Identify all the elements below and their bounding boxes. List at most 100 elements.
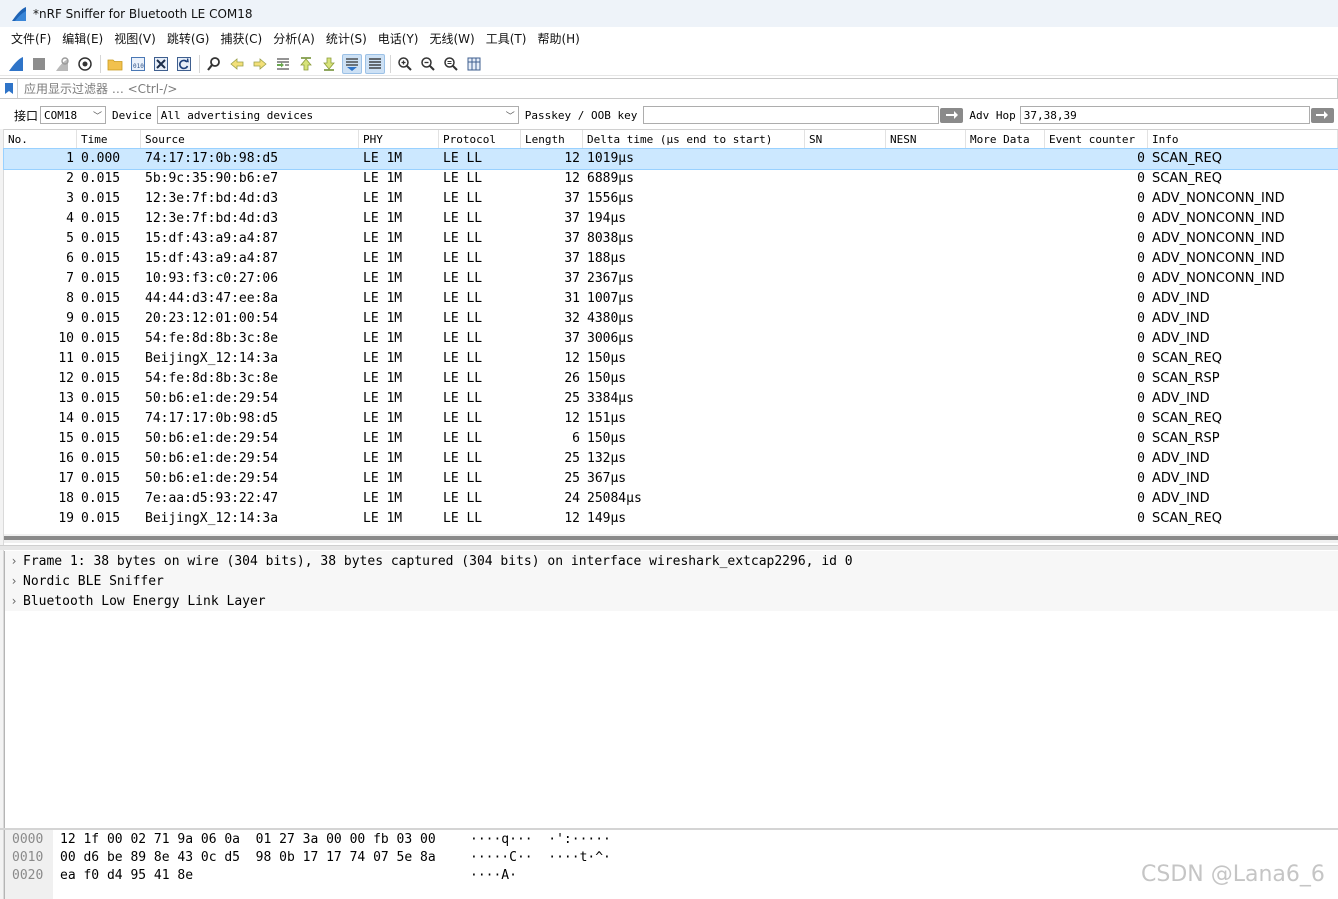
go-forward-button[interactable] [250,54,270,74]
byte-offset[interactable]: 0010 [12,849,43,867]
detail-tree-item[interactable]: › Bluetooth Low Energy Link Layer [5,591,1338,611]
table-row[interactable]: 13 0.015 50:b6:e1:de:29:54 LE 1M LE LL 25 3384… [4,389,1338,409]
packet-list-horizontal-scrollbar[interactable] [4,534,1338,543]
column-header[interactable]: Protocol [439,130,521,148]
table-row[interactable]: 11 0.015 BeijingX_12:14:3a LE 1M LE LL 12 150µ… [4,349,1338,369]
column-header[interactable]: Time [77,130,141,148]
find-packet-button[interactable] [204,54,224,74]
zoom-in-button[interactable] [395,54,415,74]
cell-phy: LE 1M [363,231,403,246]
scrollbar-thumb[interactable] [4,536,1338,540]
column-header[interactable]: NESN [886,130,966,148]
column-header[interactable]: Delta time (µs end to start) [583,130,805,148]
hex-bytes[interactable]: 12 1f 00 02 71 9a 06 0a 01 27 3a 00 00 f… [60,831,436,849]
menu-item[interactable]: 捕获(C) [215,28,267,50]
table-row[interactable]: 4 0.015 12:3e:7f:bd:4d:d3 LE 1M LE LL 37 194µs… [4,209,1338,229]
ascii-bytes[interactable]: ····A· [470,867,517,885]
table-row[interactable]: 12 0.015 54:fe:8d:8b:3c:8e LE 1M LE LL 26 150µ… [4,369,1338,389]
interface-select[interactable]: COM18 ﹀ [40,106,107,124]
hex-bytes[interactable]: ea f0 d4 95 41 8e [60,867,193,885]
cell-source: 12:3e:7f:bd:4d:d3 [145,211,279,226]
cell-delta: 1556µs [587,191,634,206]
table-row[interactable]: 6 0.015 15:df:43:a9:a4:87 LE 1M LE LL 37 188µs… [4,249,1338,269]
column-header[interactable]: SN [805,130,886,148]
packet-list-header: No. Time Source PHY Protocol Length Delta time… [4,130,1338,149]
menu-item[interactable]: 无线(W) [425,28,480,50]
detail-tree-item[interactable]: › Nordic BLE Sniffer [5,571,1338,591]
table-row[interactable]: 10 0.015 54:fe:8d:8b:3c:8e LE 1M LE LL 37 3006… [4,329,1338,349]
autoscroll-button[interactable] [342,53,362,74]
menu-item[interactable]: 工具(T) [481,28,532,50]
ascii-bytes[interactable]: ·····C·· ····t·^· [470,849,611,867]
table-row[interactable]: 17 0.015 50:b6:e1:de:29:54 LE 1M LE LL 25 367µ… [4,469,1338,489]
table-row[interactable]: 16 0.015 50:b6:e1:de:29:54 LE 1M LE LL 25 132µ… [4,449,1338,469]
byte-offset[interactable]: 0000 [12,831,43,849]
ascii-bytes[interactable]: ····q··· ·':····· [470,831,611,849]
packet-list[interactable]: No. Time Source PHY Protocol Length Delta time… [3,129,1338,534]
resize-columns-button[interactable] [464,54,484,74]
colorize-button[interactable] [365,53,385,74]
cell-phy: LE 1M [363,251,403,266]
cell-protocol: LE LL [443,511,483,526]
column-header[interactable]: No. [4,130,77,148]
column-header[interactable]: PHY [359,130,439,148]
menu-item[interactable]: 帮助(H) [532,28,584,50]
open-file-button[interactable] [105,54,125,74]
chevron-right-icon[interactable]: › [5,574,23,588]
menu-item[interactable]: 编辑(E) [57,28,108,50]
table-row[interactable]: 15 0.015 50:b6:e1:de:29:54 LE 1M LE LL 6 150µs… [4,429,1338,449]
column-header[interactable]: Event counter [1045,130,1148,148]
passkey-input[interactable] [643,106,940,124]
passkey-apply-button[interactable] [940,107,964,123]
adv-hop-apply-button[interactable] [1310,107,1334,123]
table-row[interactable]: 18 0.015 7e:aa:d5:93:22:47 LE 1M LE LL 24 2508… [4,489,1338,509]
save-file-button[interactable]: 010 [128,54,148,74]
pane-splitter[interactable] [0,545,1338,550]
close-file-button[interactable] [151,54,171,74]
adv-hop-input[interactable]: 37,38,39 [1019,106,1310,124]
cell-source: 15:df:43:a9:a4:87 [145,231,279,246]
table-row[interactable]: 19 0.015 BeijingX_12:14:3a LE 1M LE LL 12 149µ… [4,509,1338,529]
go-back-button[interactable] [227,54,247,74]
device-label: Device [112,108,152,122]
go-first-packet-button[interactable] [296,54,316,74]
go-to-packet-button[interactable] [273,54,293,74]
display-filter-input[interactable]: 应用显示过滤器 … <Ctrl-/> [24,80,177,97]
restart-capture-button[interactable] [52,54,72,74]
capture-options-button[interactable] [75,54,95,74]
column-header[interactable]: Info [1148,130,1338,148]
menu-item[interactable]: 电话(Y) [373,28,424,50]
chevron-right-icon[interactable]: › [5,594,23,608]
zoom-normal-button[interactable] [441,54,461,74]
device-select[interactable]: All advertising devices ﹀ [156,106,519,124]
menu-item[interactable]: 文件(F) [6,28,56,50]
menu-item[interactable]: 统计(S) [321,28,372,50]
reload-file-button[interactable] [174,54,194,74]
cell-protocol: LE LL [443,471,483,486]
table-row[interactable]: 7 0.015 10:93:f3:c0:27:06 LE 1M LE LL 37 2367µ… [4,269,1338,289]
table-row[interactable]: 1 0.000 74:17:17:0b:98:d5 LE 1M LE LL 12 1019µ… [3,148,1338,170]
byte-offset[interactable]: 0020 [12,867,43,885]
stop-capture-button[interactable] [29,54,49,74]
chevron-right-icon[interactable]: › [5,554,23,568]
table-row[interactable]: 8 0.015 44:44:d3:47:ee:8a LE 1M LE LL 31 1007µ… [4,289,1338,309]
table-row[interactable]: 2 0.015 5b:9c:35:90:b6:e7 LE 1M LE LL 12 6889µ… [4,169,1338,189]
table-row[interactable]: 14 0.015 74:17:17:0b:98:d5 LE 1M LE LL 12 151µ… [4,409,1338,429]
column-header[interactable]: More Data [966,130,1045,148]
hex-bytes[interactable]: 00 d6 be 89 8e 43 0c d5 98 0b 17 17 74 0… [60,849,436,867]
table-row[interactable]: 5 0.015 15:df:43:a9:a4:87 LE 1M LE LL 37 8038µ… [4,229,1338,249]
zoom-out-button[interactable] [418,54,438,74]
column-header[interactable]: Length [521,130,583,148]
menu-item[interactable]: 跳转(G) [162,28,215,50]
cell-phy: LE 1M [363,351,403,366]
table-row[interactable]: 9 0.015 20:23:12:01:00:54 LE 1M LE LL 32 4380µ… [4,309,1338,329]
go-last-packet-button[interactable] [319,54,339,74]
table-row[interactable]: 3 0.015 12:3e:7f:bd:4d:d3 LE 1M LE LL 37 1556µ… [4,189,1338,209]
menu-item[interactable]: 视图(V) [109,28,161,50]
column-header[interactable]: Source [141,130,359,148]
start-capture-button[interactable] [6,54,26,74]
filter-bookmark-button[interactable] [0,79,18,98]
menu-item[interactable]: 分析(A) [268,28,320,50]
detail-tree-item[interactable]: › Frame 1: 38 bytes on wire (304 bits), 3… [5,551,1338,571]
display-filter-bar[interactable]: 应用显示过滤器 … <Ctrl-/> [0,78,1338,99]
